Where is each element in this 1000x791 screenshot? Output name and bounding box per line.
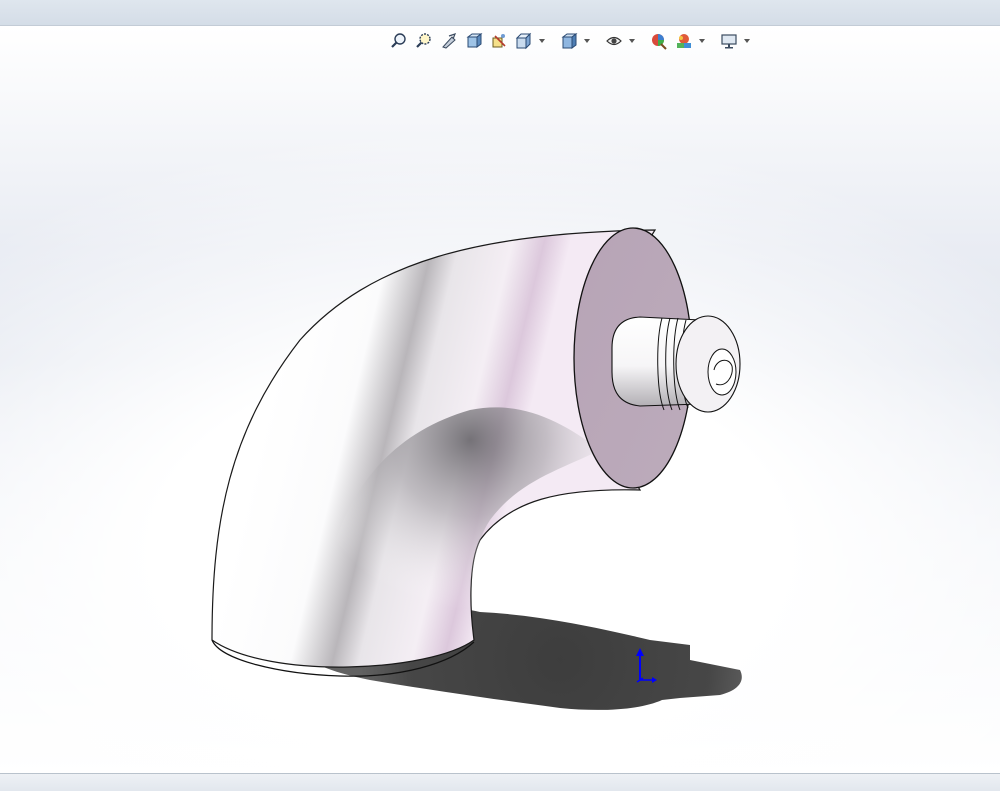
model-view[interactable] — [0, 26, 1000, 773]
graphics-area[interactable] — [0, 26, 1000, 773]
window-bottom-strip — [0, 773, 1000, 791]
window-top-strip — [0, 0, 1000, 26]
